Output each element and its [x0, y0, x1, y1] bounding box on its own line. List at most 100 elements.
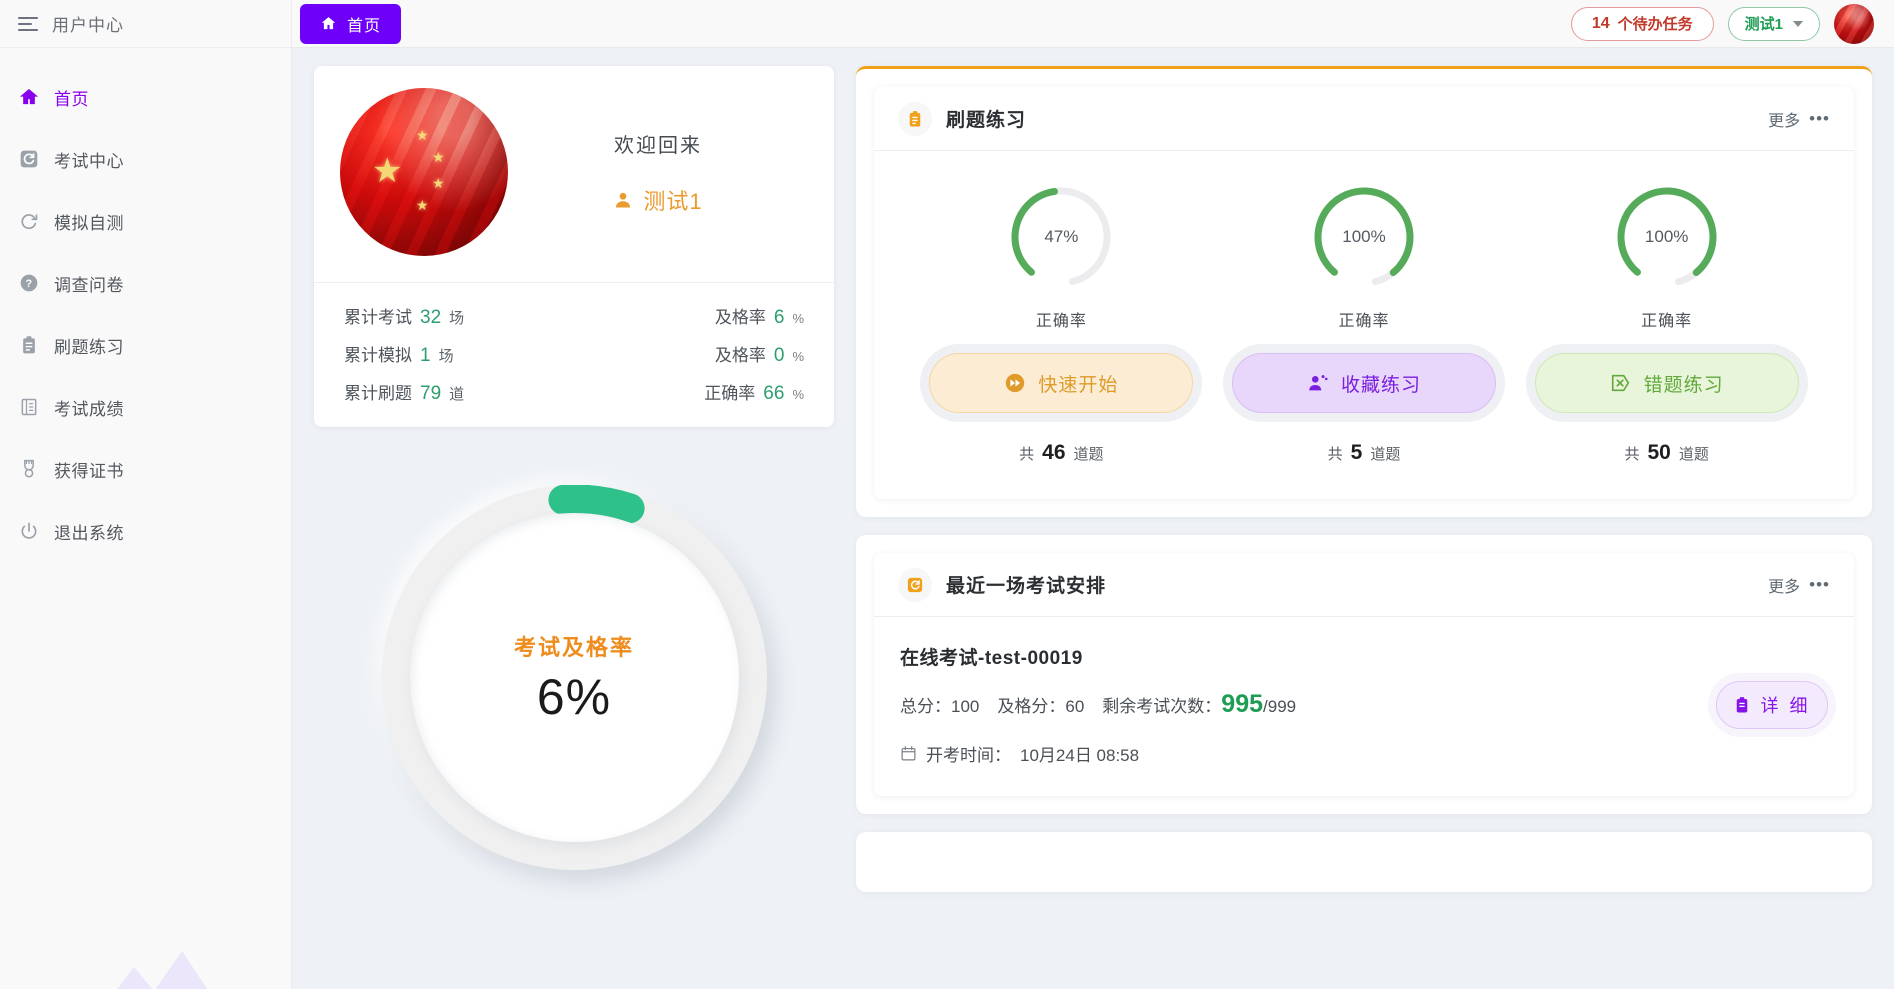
- quick-start-button[interactable]: 快速开始: [929, 353, 1194, 413]
- count-suffix: 道题: [1370, 446, 1401, 463]
- count-value: 5: [1350, 441, 1363, 464]
- sidebar-item-label: 刷题练习: [54, 337, 124, 357]
- exam-panel-header: 最近一场考试安排 更多 •••: [874, 553, 1854, 617]
- practice-body: 47% 正确率 快速开始 共 46 道题 100% 正确率 收藏练习 共 5 道…: [874, 151, 1854, 499]
- total-score-value: 100: [951, 697, 980, 716]
- sidebar: 用户中心 首页 考试中心 模拟自测 ? 调查问卷 刷题练习 考试成绩 获得证书 …: [0, 0, 292, 989]
- stat-row: 累计刷题 79 道: [344, 379, 574, 405]
- exam-more-button[interactable]: 更多 •••: [1768, 573, 1830, 597]
- svg-text:?: ?: [25, 278, 32, 290]
- stats-right-column: 及格率 6 % 及格率 0 % 正确率 66 %: [574, 303, 804, 405]
- clipboard-icon: [18, 335, 39, 356]
- welcome-greeting: 欢迎回来: [614, 134, 702, 157]
- detail-doc-icon: [1737, 696, 1748, 712]
- sidebar-item-label: 获得证书: [54, 461, 124, 481]
- favorites-practice-button[interactable]: 收藏练习: [1232, 353, 1496, 413]
- practice-panel-outer: 刷题练习 更多 ••• 47% 正确率 快速开始 共 46 道题 100% 正确…: [856, 66, 1872, 517]
- clipboard-orange-icon: [898, 101, 932, 136]
- detail-label: 详 细: [1760, 695, 1811, 716]
- sidebar-item-mock-test[interactable]: 模拟自测: [0, 190, 291, 252]
- next-panel-stub: [856, 832, 1872, 892]
- welcome-username: 测试1: [643, 188, 703, 214]
- stat-value: 66: [763, 383, 785, 404]
- welcome-top: ★ ★ ★ ★ ★ 欢迎回来 测试1: [314, 66, 834, 283]
- practice-column-quick-start: 47% 正确率 快速开始 共 46 道题: [910, 181, 1213, 465]
- user-menu-button[interactable]: 测试1: [1727, 6, 1820, 41]
- remaining-group: 剩余考试次数：995/999: [1102, 690, 1296, 719]
- sidebar-item-label: 考试成绩: [54, 399, 124, 419]
- user-name: 测试1: [1744, 16, 1783, 33]
- donut-value: 6%: [536, 668, 612, 725]
- stat-row: 及格率 6 %: [715, 303, 804, 329]
- welcome-username-row: 测试1: [508, 184, 808, 216]
- stat-row: 正确率 66 %: [704, 379, 804, 405]
- exam-more-label: 更多: [1768, 578, 1801, 596]
- question-count: 共 46 道题: [1019, 441, 1103, 465]
- question-count: 共 50 道题: [1624, 441, 1708, 465]
- stats-left-column: 累计考试 32 场 累计模拟 1 场 累计刷题 79 道: [344, 303, 574, 405]
- remaining-total: /999: [1263, 697, 1297, 716]
- accuracy-gauge: 100%: [1611, 181, 1723, 293]
- stat-value: 1: [420, 345, 431, 366]
- practice-panel: 刷题练习 更多 ••• 47% 正确率 快速开始 共 46 道题 100% 正确…: [874, 87, 1854, 499]
- todo-tasks-button[interactable]: 14 个待办任务: [1570, 6, 1714, 41]
- stat-label: 及格率: [714, 346, 766, 365]
- question-circle-icon: ?: [18, 273, 39, 294]
- chevron-down-icon: [1793, 20, 1803, 27]
- count-value: 46: [1042, 441, 1066, 464]
- sidebar-item-questionnaire[interactable]: ? 调查问卷: [0, 252, 291, 314]
- sidebar-item-logout[interactable]: 退出系统: [0, 500, 291, 562]
- stat-value: 6: [773, 307, 785, 328]
- stat-value: 0: [773, 345, 785, 366]
- topbar: 首页 14 个待办任务 测试1: [292, 0, 1894, 48]
- exam-panel-outer: 最近一场考试安排 更多 ••• 在线考试-test-00019 总分：100 及…: [856, 535, 1872, 814]
- welcome-text: 欢迎回来 测试1: [508, 129, 808, 216]
- exam-meta: 总分：100 及格分：60 剩余考试次数：995/999: [900, 690, 1716, 719]
- sidebar-item-home[interactable]: 首页: [0, 66, 291, 128]
- main-area: 首页 14 个待办任务 测试1 ★ ★ ★ ★ ★ 欢迎回来 测试1 累计考试 …: [292, 0, 1894, 989]
- tab-home[interactable]: 首页: [300, 3, 402, 44]
- score-book-icon: [18, 397, 39, 418]
- practice-panel-header: 刷题练习 更多 •••: [874, 87, 1854, 151]
- remaining-label: 剩余考试次数：: [1102, 697, 1222, 716]
- count-prefix: 共: [1019, 446, 1035, 463]
- todo-label: 个待办任务: [1617, 16, 1693, 33]
- gauge-caption: 正确率: [1338, 313, 1390, 330]
- user-icon: [616, 192, 631, 207]
- sidebar-item-scores[interactable]: 考试成绩: [0, 376, 291, 438]
- hamburger-icon[interactable]: [18, 16, 38, 31]
- stat-row: 累计模拟 1 场: [344, 341, 574, 367]
- home-icon: [18, 87, 39, 108]
- count-suffix: 道题: [1073, 446, 1104, 463]
- right-column: 刷题练习 更多 ••• 47% 正确率 快速开始 共 46 道题 100% 正确…: [856, 66, 1872, 989]
- sidebar-item-certificate[interactable]: 获得证书: [0, 438, 291, 500]
- exam-name: 在线考试-test-00019: [900, 648, 1083, 669]
- stat-row: 累计考试 32 场: [344, 303, 574, 329]
- stat-unit: 道: [449, 386, 465, 403]
- gauge-value: 47%: [1044, 227, 1079, 246]
- sidebar-title: 用户中心: [52, 16, 124, 35]
- app-root: 用户中心 首页 考试中心 模拟自测 ? 调查问卷 刷题练习 考试成绩 获得证书 …: [0, 0, 1894, 989]
- wrong-answer-icon: [1611, 374, 1629, 392]
- stat-unit: %: [792, 387, 804, 402]
- stat-label: 累计刷题: [344, 384, 412, 403]
- gauge-caption: 正确率: [1641, 313, 1693, 330]
- stat-unit: %: [792, 349, 804, 364]
- accuracy-gauge: 47%: [1005, 181, 1117, 293]
- quick-start-label: 快速开始: [1038, 374, 1119, 396]
- sidebar-item-practice[interactable]: 刷题练习: [0, 314, 291, 376]
- stat-unit: 场: [449, 310, 465, 327]
- wrong-answers-practice-button[interactable]: 错题练习: [1534, 353, 1799, 413]
- sidebar-item-label: 调查问卷: [54, 275, 124, 295]
- fast-forward-icon: [1006, 373, 1025, 393]
- stat-value: 32: [420, 307, 442, 328]
- stat-label: 累计模拟: [344, 346, 412, 365]
- count-prefix: 共: [1624, 446, 1640, 463]
- practice-more-button[interactable]: 更多 •••: [1768, 107, 1830, 131]
- welcome-card: ★ ★ ★ ★ ★ 欢迎回来 测试1 累计考试 32 场 累计模拟 1 场 累计…: [314, 66, 834, 427]
- detail-button[interactable]: 详 细: [1716, 680, 1828, 729]
- exam-time: 开考时间： 10月24日 08:58: [900, 741, 1716, 766]
- donut-center: 考试及格率 6%: [409, 513, 739, 842]
- sidebar-item-exam-center[interactable]: 考试中心: [0, 128, 291, 190]
- avatar[interactable]: [1834, 3, 1874, 44]
